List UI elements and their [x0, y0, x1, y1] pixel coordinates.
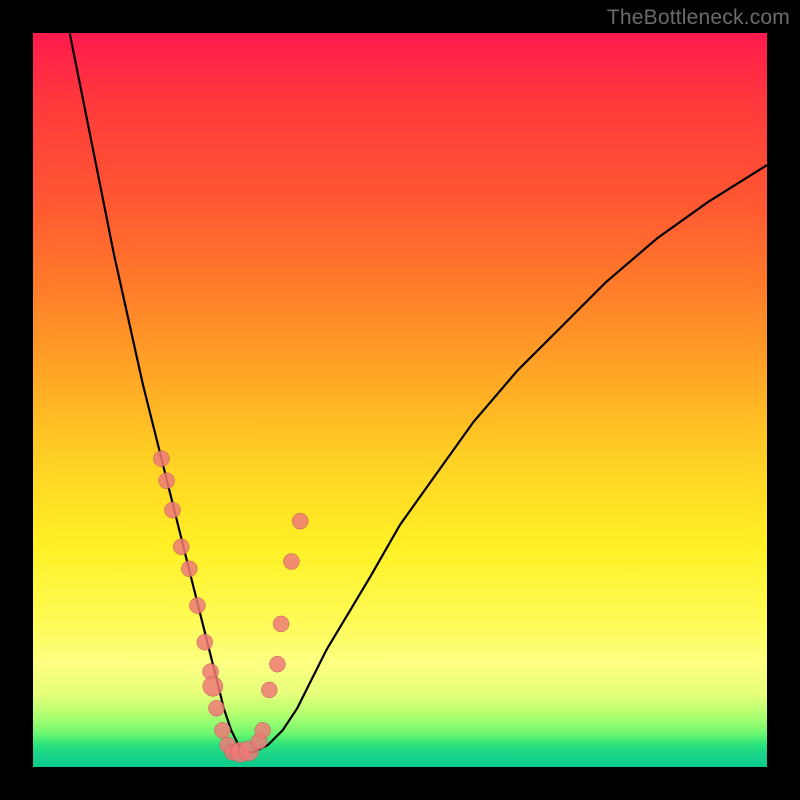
watermark-text: TheBottleneck.com: [607, 6, 790, 30]
scatter-dot: [189, 598, 205, 614]
scatter-dot: [181, 561, 197, 577]
scatter-dot: [214, 722, 230, 738]
scatter-dot: [273, 616, 289, 632]
scatter-dot: [173, 539, 189, 555]
scatter-dots: [153, 451, 308, 763]
bottleneck-curve-path: [70, 33, 767, 752]
scatter-dot: [261, 682, 277, 698]
plot-area: [33, 33, 767, 767]
scatter-dot: [283, 554, 299, 570]
scatter-dot: [292, 513, 308, 529]
scatter-dot: [153, 451, 169, 467]
scatter-dot: [203, 676, 223, 696]
scatter-dot: [165, 502, 181, 518]
chart-svg: [33, 33, 767, 767]
scatter-dot: [269, 656, 285, 672]
scatter-dot: [209, 700, 225, 716]
scatter-dot: [197, 634, 213, 650]
scatter-dot: [159, 473, 175, 489]
chart-frame: TheBottleneck.com: [0, 0, 800, 800]
scatter-dot: [255, 722, 271, 738]
